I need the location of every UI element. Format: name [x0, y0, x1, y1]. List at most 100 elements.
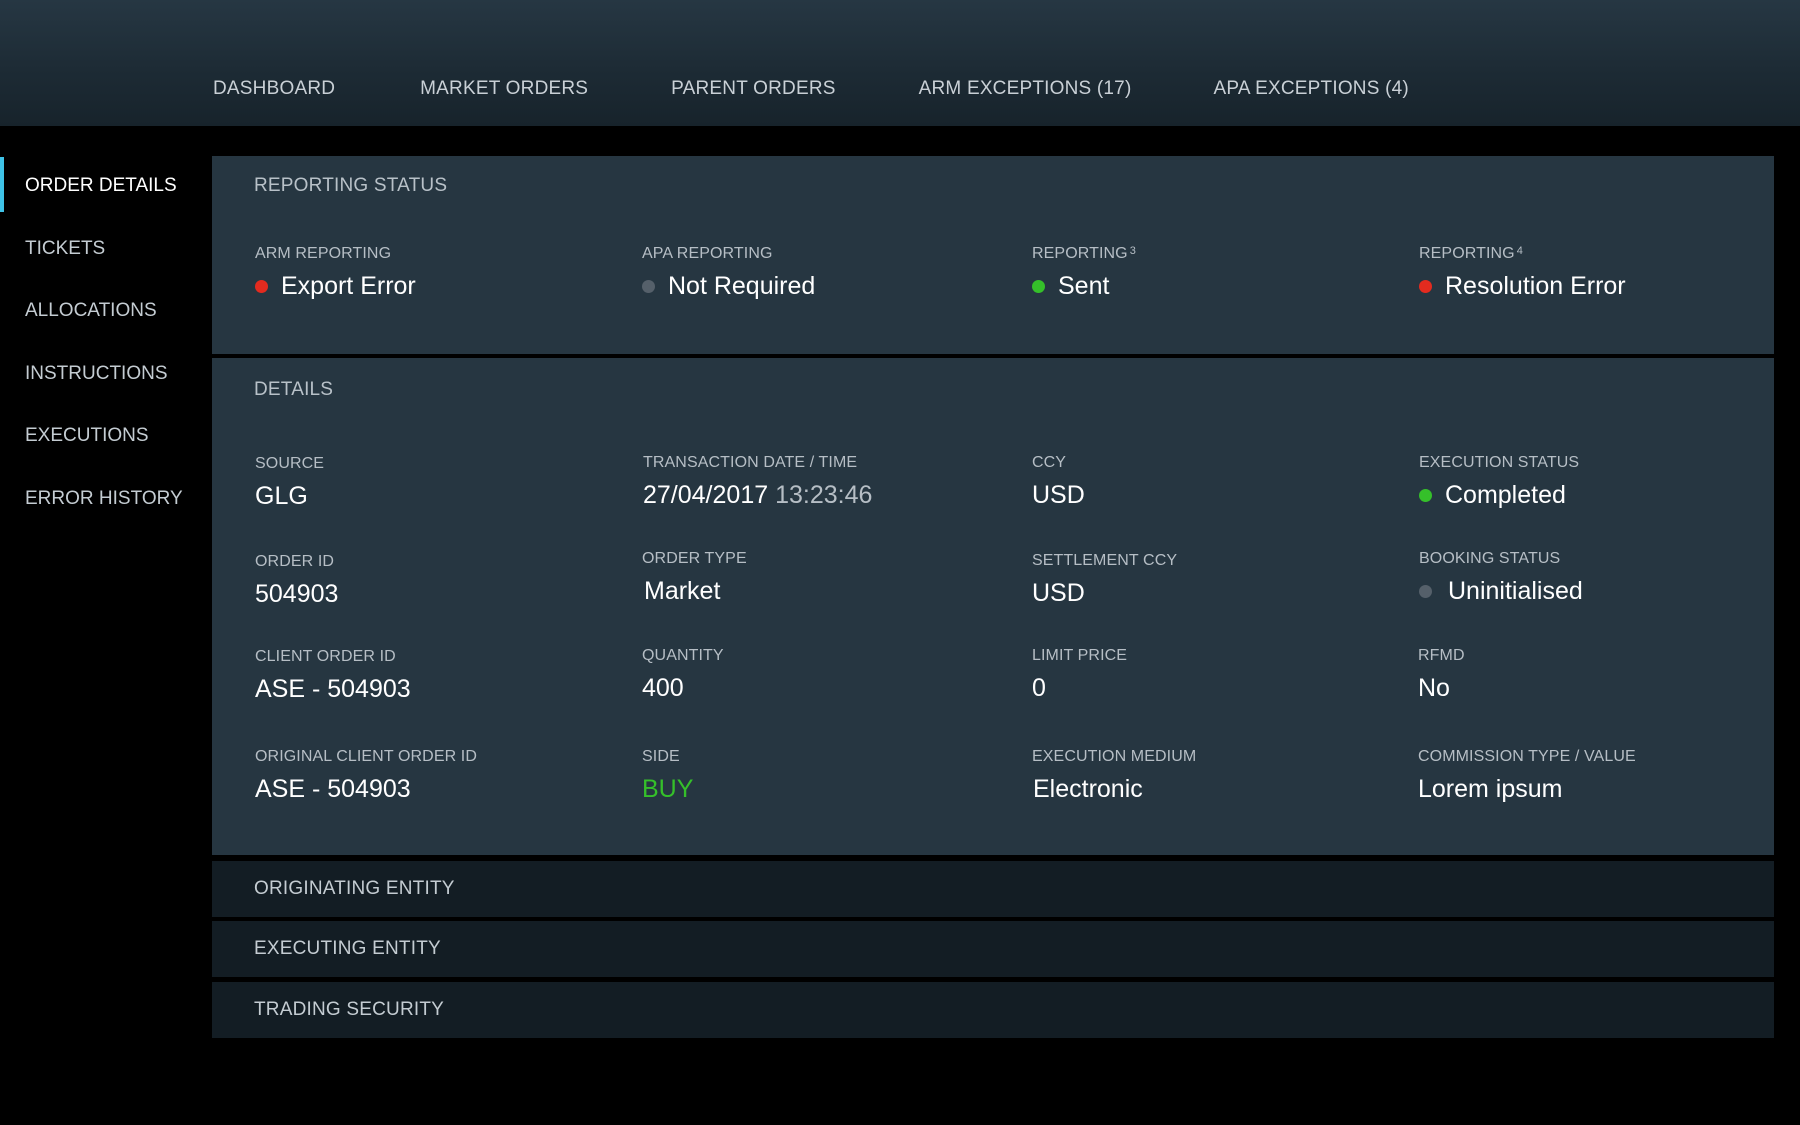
commission-field: COMMISSION TYPE / VALUE Lorem ipsum — [1418, 748, 1636, 804]
sidebar: ORDER DETAILS TICKETS ALLOCATIONS INSTRU… — [0, 155, 200, 530]
details-title: DETAILS — [254, 379, 334, 400]
settlement-ccy-field: SETTLEMENT CCY USD — [1032, 552, 1177, 608]
ccy-field: CCY USD — [1032, 454, 1085, 510]
rfmd-value: No — [1418, 674, 1450, 702]
client-order-id-field: CLIENT ORDER ID ASE - 504903 — [255, 648, 411, 704]
original-client-order-id-value: ASE - 504903 — [255, 775, 411, 803]
arm-reporting-label: ARM REPORTING — [255, 245, 392, 262]
side-label: SIDE — [642, 748, 680, 765]
tab-market-orders[interactable]: MARKET ORDERS — [420, 78, 588, 100]
top-nav: DASHBOARD MARKET ORDERS PARENT ORDERS AR… — [213, 78, 1409, 100]
original-client-order-id-field: ORIGINAL CLIENT ORDER ID ASE - 504903 — [255, 748, 477, 804]
arm-reporting-field: ARM REPORTING Export Error — [255, 245, 416, 301]
tab-arm-exceptions[interactable]: ARM EXCEPTIONS (17) — [919, 78, 1132, 100]
reporting-4-field: REPORTING 4 Resolution Error — [1419, 245, 1626, 301]
arm-reporting-value: Export Error — [255, 272, 416, 301]
trading-security-section[interactable]: TRADING SECURITY — [212, 982, 1774, 1038]
execution-status-field: EXECUTION STATUS Completed — [1419, 454, 1579, 510]
source-value: GLG — [255, 482, 308, 510]
rfmd-label: RFMD — [1418, 647, 1465, 664]
execution-status-label: EXECUTION STATUS — [1419, 454, 1580, 471]
success-status-dot-icon — [1032, 280, 1045, 293]
execution-medium-field: EXECUTION MEDIUM Electronic — [1032, 748, 1196, 804]
apa-reporting-value: Not Required — [642, 272, 815, 301]
source-label: SOURCE — [255, 455, 325, 472]
sidebar-item-executions[interactable]: EXECUTIONS — [0, 405, 200, 468]
side-field: SIDE BUY — [642, 748, 693, 804]
reporting-3-label-text: REPORTING — [1032, 245, 1128, 262]
sidebar-item-error-history[interactable]: ERROR HISTORY — [0, 468, 200, 531]
client-order-id-value: ASE - 504903 — [255, 675, 411, 703]
reporting-3-value: Sent — [1032, 272, 1136, 301]
reporting-3-label: REPORTING 3 — [1032, 245, 1136, 263]
quantity-label: QUANTITY — [642, 647, 724, 664]
error-status-dot-icon — [255, 280, 268, 293]
neutral-status-dot-icon — [642, 280, 655, 293]
sidebar-item-instructions[interactable]: INSTRUCTIONS — [0, 343, 200, 406]
trading-security-title: TRADING SECURITY — [254, 999, 445, 1020]
order-type-label: ORDER TYPE — [642, 550, 747, 567]
sidebar-item-order-details[interactable]: ORDER DETAILS — [0, 155, 200, 218]
executing-entity-section[interactable]: EXECUTING ENTITY — [212, 921, 1774, 977]
sidebar-item-allocations[interactable]: ALLOCATIONS — [0, 280, 200, 343]
apa-reporting-label: APA REPORTING — [642, 245, 773, 262]
order-type-value: Market — [644, 577, 721, 605]
order-type-field: ORDER TYPE Market — [642, 550, 747, 606]
transaction-datetime-field: TRANSACTION DATE / TIME 27/04/2017 13:23… — [643, 454, 872, 510]
reporting-4-superscript: 4 — [1516, 245, 1523, 257]
quantity-field: QUANTITY 400 — [642, 647, 724, 703]
top-navigation-bar: DASHBOARD MARKET ORDERS PARENT ORDERS AR… — [0, 0, 1800, 126]
apa-reporting-status-text: Not Required — [668, 272, 816, 300]
execution-status-text: Completed — [1445, 481, 1566, 509]
reporting-4-value: Resolution Error — [1419, 272, 1626, 301]
original-client-order-id-label: ORIGINAL CLIENT ORDER ID — [255, 748, 477, 765]
commission-label: COMMISSION TYPE / VALUE — [1418, 748, 1636, 765]
settlement-ccy-label: SETTLEMENT CCY — [1032, 552, 1178, 569]
execution-status-value: Completed — [1419, 481, 1579, 510]
ccy-value: USD — [1032, 481, 1085, 509]
booking-status-field: BOOKING STATUS Uninitialised — [1419, 550, 1583, 606]
settlement-ccy-value: USD — [1032, 579, 1085, 607]
reporting-status-title: REPORTING STATUS — [254, 175, 448, 196]
neutral-status-dot-icon — [1419, 585, 1432, 598]
details-panel: DETAILS SOURCE GLG TRANSACTION DATE / TI… — [212, 358, 1774, 855]
transaction-datetime-value: 27/04/2017 13:23:46 — [643, 481, 872, 510]
tab-apa-exceptions[interactable]: APA EXCEPTIONS (4) — [1213, 78, 1408, 100]
tab-dashboard[interactable]: DASHBOARD — [213, 78, 335, 100]
executing-entity-title: EXECUTING ENTITY — [254, 938, 441, 959]
apa-reporting-field: APA REPORTING Not Required — [642, 245, 815, 301]
client-order-id-label: CLIENT ORDER ID — [255, 648, 396, 665]
booking-status-text: Uninitialised — [1448, 577, 1583, 605]
order-id-field: ORDER ID 504903 — [255, 553, 338, 609]
quantity-value: 400 — [642, 674, 684, 702]
reporting-status-panel: REPORTING STATUS ARM REPORTING Export Er… — [212, 156, 1774, 354]
sidebar-item-tickets[interactable]: TICKETS — [0, 218, 200, 281]
reporting-4-status-text: Resolution Error — [1445, 272, 1626, 300]
side-value: BUY — [642, 775, 694, 803]
arm-reporting-status-text: Export Error — [281, 272, 416, 300]
booking-status-value: Uninitialised — [1419, 577, 1583, 606]
transaction-time: 13:23:46 — [775, 481, 873, 509]
commission-value: Lorem ipsum — [1418, 775, 1563, 803]
success-status-dot-icon — [1419, 489, 1432, 502]
reporting-3-field: REPORTING 3 Sent — [1032, 245, 1136, 301]
ccy-label: CCY — [1032, 454, 1067, 471]
reporting-4-label-text: REPORTING — [1419, 245, 1515, 262]
tab-parent-orders[interactable]: PARENT ORDERS — [671, 78, 835, 100]
transaction-datetime-label: TRANSACTION DATE / TIME — [643, 454, 858, 471]
originating-entity-title: ORIGINATING ENTITY — [254, 878, 455, 899]
source-field: SOURCE GLG — [255, 455, 324, 511]
order-id-value: 504903 — [255, 580, 339, 608]
limit-price-value: 0 — [1032, 674, 1046, 702]
transaction-date: 27/04/2017 — [643, 481, 769, 509]
rfmd-field: RFMD No — [1418, 647, 1465, 703]
booking-status-label: BOOKING STATUS — [1419, 550, 1561, 567]
reporting-4-label: REPORTING 4 — [1419, 245, 1626, 263]
execution-medium-label: EXECUTION MEDIUM — [1032, 748, 1197, 765]
reporting-3-superscript: 3 — [1129, 245, 1136, 257]
order-id-label: ORDER ID — [255, 553, 335, 570]
limit-price-field: LIMIT PRICE 0 — [1032, 647, 1127, 703]
reporting-3-status-text: Sent — [1058, 272, 1110, 300]
originating-entity-section[interactable]: ORIGINATING ENTITY — [212, 861, 1774, 917]
limit-price-label: LIMIT PRICE — [1032, 647, 1128, 664]
